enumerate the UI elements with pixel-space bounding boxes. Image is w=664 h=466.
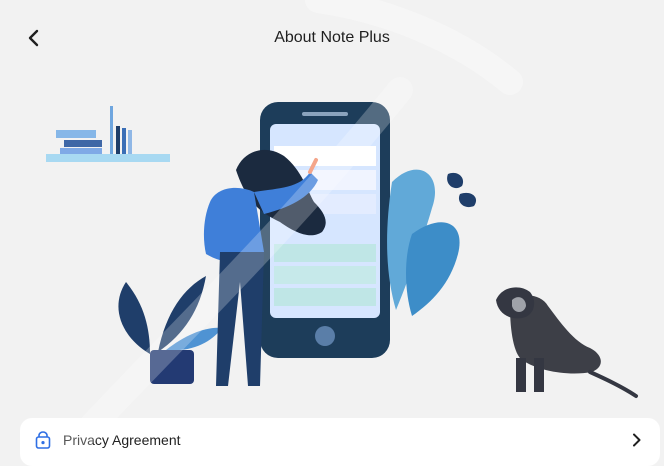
privacy-agreement-label: Privacy Agreement [63, 432, 181, 448]
plant-right-illustration [387, 169, 477, 316]
lock-bag-icon [35, 431, 51, 449]
plant-left-illustration [118, 276, 222, 384]
top-bar: About Note Plus [0, 0, 664, 80]
bookshelf-illustration [46, 106, 170, 162]
phone-illustration [260, 102, 390, 358]
page-title: About Note Plus [274, 29, 390, 46]
about-illustration [46, 102, 638, 398]
dog-illustration [496, 287, 638, 398]
chevron-right-icon [633, 433, 641, 447]
